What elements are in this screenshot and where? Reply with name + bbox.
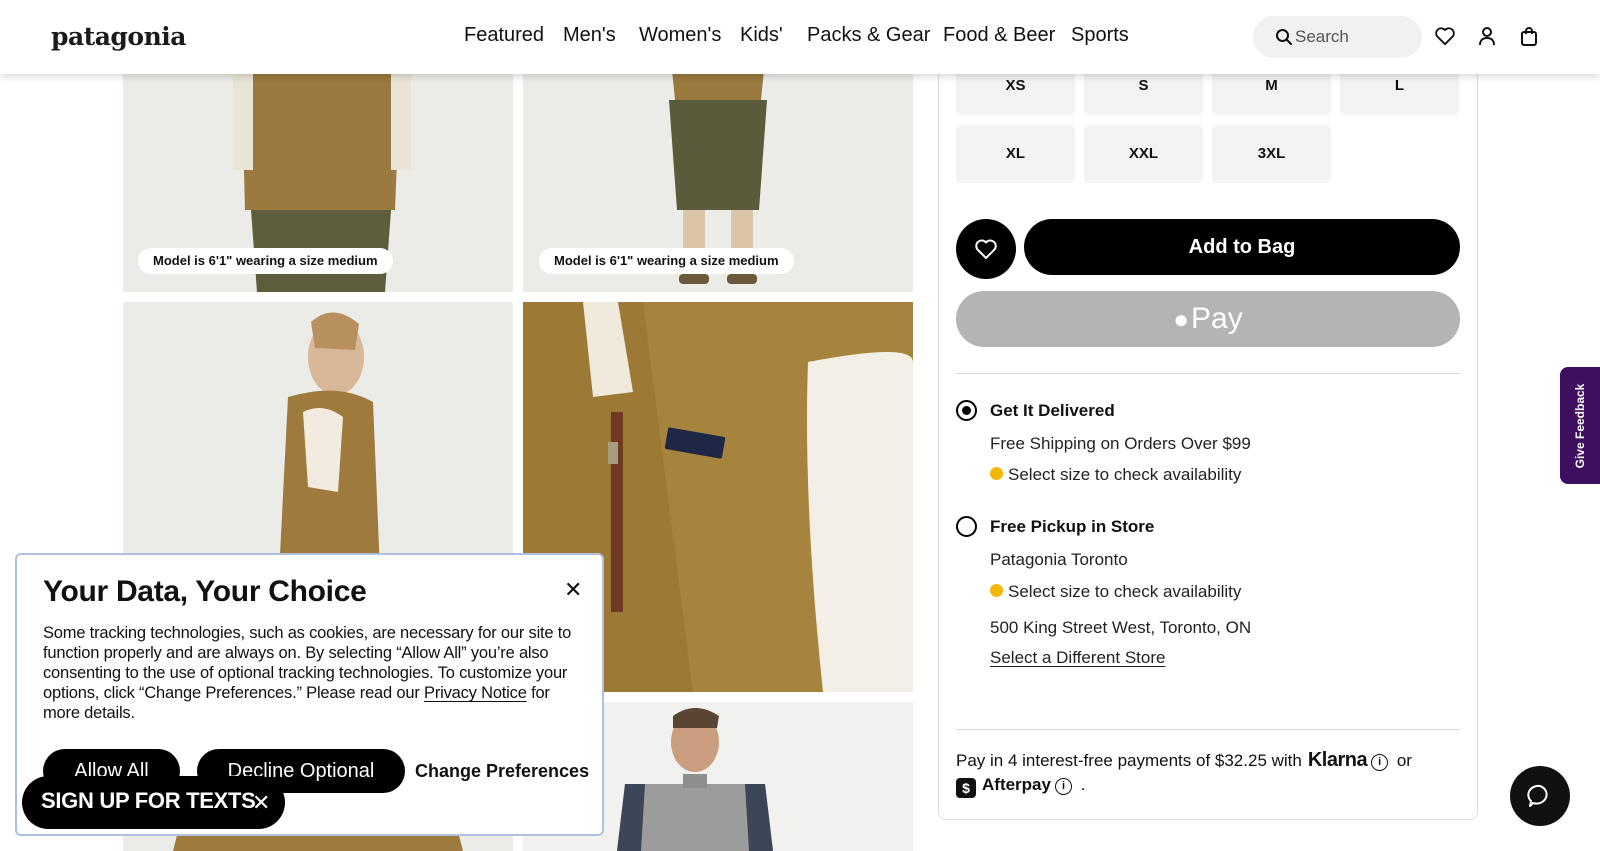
availability-status-dot (990, 467, 1003, 480)
chat-bubble-icon (1527, 784, 1548, 807)
or-text: or (1396, 751, 1412, 770)
product-image-back[interactable]: Model is 6'1" wearing a size medium (123, 60, 513, 292)
nav-kids[interactable]: Kids' (740, 24, 783, 47)
chat-button[interactable] (1510, 766, 1570, 826)
cookie-text: Some tracking technologies, such as cook… (43, 623, 583, 723)
delivery-radio[interactable] (956, 400, 977, 421)
nav-sports[interactable]: Sports (1071, 24, 1129, 47)
installments-text: Pay in 4 interest-free payments of $32.2… (956, 751, 1302, 770)
store-name: Patagonia Toronto (990, 550, 1128, 569)
change-store-link[interactable]: Select a Different Store (990, 648, 1165, 668)
pickup-title: Free Pickup in Store (990, 517, 1155, 536)
sms-signup-banner[interactable]: SIGN UP FOR TEXTS ✕ (22, 776, 285, 829)
afterpay-label: Afterpay (982, 775, 1051, 794)
change-preferences-button[interactable]: Change Preferences (415, 749, 589, 793)
pickup-radio[interactable] (956, 516, 977, 537)
afterpay-info-icon[interactable]: i (1054, 778, 1072, 795)
search-icon (1276, 29, 1292, 45)
model-caption: Model is 6'1" wearing a size medium (539, 248, 794, 274)
patagonia-logo[interactable]: patagonia (51, 22, 186, 51)
availability-status-dot (990, 584, 1003, 597)
model-caption: Model is 6'1" wearing a size medium (138, 248, 393, 274)
divider (956, 729, 1460, 730)
apple-pay-label: Pay (1191, 302, 1243, 335)
add-to-bag-button[interactable]: Add to Bag (1024, 219, 1460, 275)
product-image-front[interactable]: Model is 6'1" wearing a size medium (523, 60, 913, 292)
nav-food-beer[interactable]: Food & Beer (943, 24, 1055, 47)
installments-line: Pay in 4 interest-free payments of $32.2… (956, 749, 1412, 772)
nav-mens[interactable]: Men's (563, 24, 616, 47)
apple-icon: ● (1173, 304, 1189, 334)
nav-womens[interactable]: Women's (639, 24, 721, 47)
feedback-label: Give Feedback (1573, 383, 1587, 468)
klarna-info-icon[interactable]: i (1371, 754, 1389, 771)
search-box[interactable] (1253, 16, 1422, 58)
site-header: patagonia Featured Men's Women's Kids' P… (0, 0, 1600, 74)
delivery-availability: Select size to check availability (1008, 465, 1242, 484)
close-icon[interactable]: ✕ (252, 790, 270, 816)
size-3xl[interactable]: 3XL (1212, 125, 1331, 183)
sms-label: SIGN UP FOR TEXTS (41, 788, 256, 813)
store-address: 500 King Street West, Toronto, ON (990, 618, 1252, 637)
afterpay-icon: $ (956, 778, 976, 798)
close-icon[interactable]: ✕ (564, 577, 582, 603)
divider (956, 373, 1460, 374)
heart-icon (975, 239, 997, 259)
size-xxl[interactable]: XXL (1084, 125, 1203, 183)
give-feedback-tab[interactable]: Give Feedback (1560, 367, 1600, 484)
bag-icon[interactable] (1519, 26, 1539, 46)
nav-packs-gear[interactable]: Packs & Gear (807, 24, 930, 47)
nav-featured[interactable]: Featured (464, 24, 544, 47)
add-to-wishlist-button[interactable] (956, 219, 1016, 279)
pickup-availability: Select size to check availability (1008, 582, 1242, 601)
period-text: . (1080, 775, 1086, 794)
klarna-logo: Klarna (1307, 749, 1368, 771)
search-input[interactable] (1295, 25, 1405, 49)
account-icon[interactable] (1478, 26, 1496, 46)
cookie-title: Your Data, Your Choice (43, 575, 367, 608)
afterpay-line: $ Afterpay i . (956, 775, 1085, 798)
privacy-notice-link[interactable]: Privacy Notice (424, 684, 527, 702)
size-xl[interactable]: XL (956, 125, 1075, 183)
delivery-title: Get It Delivered (990, 401, 1115, 420)
apple-pay-button[interactable]: ●Pay (956, 291, 1460, 347)
wishlist-heart-icon[interactable] (1434, 26, 1456, 46)
shipping-note: Free Shipping on Orders Over $99 (990, 434, 1251, 453)
